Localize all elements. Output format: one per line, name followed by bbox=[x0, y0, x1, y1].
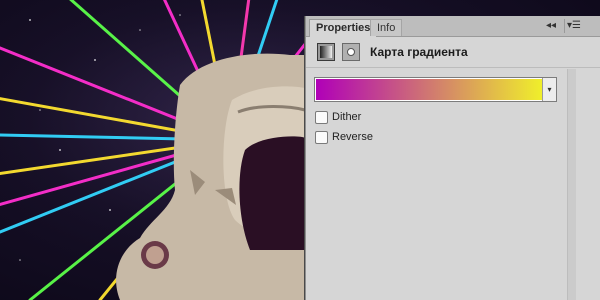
collapse-panel-icon[interactable]: ◂◂ bbox=[542, 19, 560, 33]
tab-info[interactable]: Info bbox=[370, 19, 403, 36]
panel-menu-icon[interactable]: ▾☰ bbox=[564, 19, 583, 33]
gradient-preview[interactable] bbox=[316, 79, 543, 100]
chevron-down-icon[interactable]: ▾ bbox=[542, 78, 556, 101]
dither-label[interactable]: Dither bbox=[332, 111, 361, 123]
panel-header: Карта градиента bbox=[306, 37, 600, 68]
reverse-checkbox[interactable] bbox=[315, 131, 328, 144]
dither-checkbox[interactable] bbox=[315, 111, 328, 124]
reverse-label[interactable]: Reverse bbox=[332, 131, 373, 143]
gradient-picker[interactable]: ▾ bbox=[314, 77, 557, 102]
gradient-map-icon[interactable] bbox=[317, 43, 335, 61]
tab-properties[interactable]: Properties bbox=[309, 19, 378, 37]
panel-title: Карта градиента bbox=[370, 45, 468, 59]
layer-mask-icon[interactable] bbox=[342, 43, 360, 61]
properties-panel: Properties Info ◂◂ ▾☰ Карта градиента ▾ … bbox=[305, 16, 600, 300]
panel-tabbar: Properties Info ◂◂ ▾☰ bbox=[306, 16, 600, 37]
panel-scrollbar[interactable] bbox=[567, 69, 576, 300]
